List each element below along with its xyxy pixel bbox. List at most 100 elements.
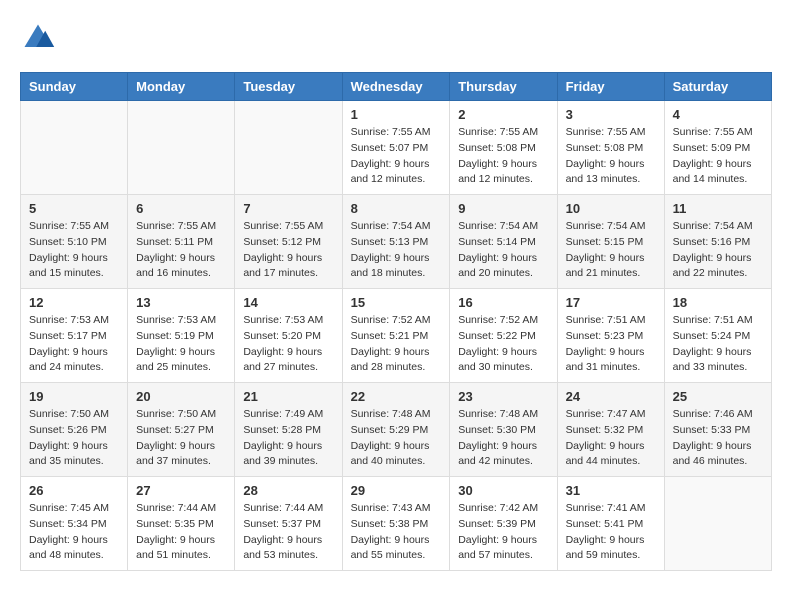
weekday-header-sunday: Sunday [21, 73, 128, 101]
day-info: Sunrise: 7:44 AMSunset: 5:35 PMDaylight:… [136, 501, 226, 564]
day-info: Sunrise: 7:48 AMSunset: 5:30 PMDaylight:… [458, 407, 548, 470]
calendar-cell: 27 Sunrise: 7:44 AMSunset: 5:35 PMDayligh… [128, 477, 235, 571]
day-number: 20 [136, 389, 226, 404]
weekday-header-tuesday: Tuesday [235, 73, 342, 101]
calendar-cell: 7 Sunrise: 7:55 AMSunset: 5:12 PMDaylight… [235, 195, 342, 289]
day-info: Sunrise: 7:54 AMSunset: 5:13 PMDaylight:… [351, 219, 442, 282]
calendar-cell: 11Sunrise: 7:54 AMSunset: 5:16 PMDayligh… [664, 195, 771, 289]
day-number: 15 [351, 295, 442, 310]
logo-icon [20, 20, 56, 56]
calendar-cell [235, 101, 342, 195]
logo [20, 20, 62, 56]
calendar-cell [664, 477, 771, 571]
calendar-cell: 26Sunrise: 7:45 AMSunset: 5:34 PMDayligh… [21, 477, 128, 571]
calendar-week-row: 12 Sunrise: 7:53 AMSunset: 5:17 PMDayligh… [21, 289, 772, 383]
calendar-cell: 6 Sunrise: 7:55 AMSunset: 5:11 PMDaylight… [128, 195, 235, 289]
calendar-cell: 20 Sunrise: 7:50 AMSunset: 5:27 PMDayligh… [128, 383, 235, 477]
day-info: Sunrise: 7:45 AMSunset: 5:34 PMDaylight:… [29, 501, 119, 564]
day-info: Sunrise: 7:44 AMSunset: 5:37 PMDaylight:… [243, 501, 333, 564]
day-number: 31 [566, 483, 656, 498]
calendar-cell: 14 Sunrise: 7:53 AMSunset: 5:20 PMDayligh… [235, 289, 342, 383]
calendar-cell: 4 Sunrise: 7:55 AMSunset: 5:09 PMDaylight… [664, 101, 771, 195]
calendar-cell: 2 Sunrise: 7:55 AMSunset: 5:08 PMDaylight… [450, 101, 557, 195]
day-number: 29 [351, 483, 442, 498]
day-info: Sunrise: 7:54 AMSunset: 5:14 PMDaylight:… [458, 219, 548, 282]
calendar-cell: 12 Sunrise: 7:53 AMSunset: 5:17 PMDayligh… [21, 289, 128, 383]
day-info: Sunrise: 7:55 AMSunset: 5:11 PMDaylight:… [136, 219, 226, 282]
weekday-header-thursday: Thursday [450, 73, 557, 101]
calendar-cell [128, 101, 235, 195]
calendar-cell: 31 Sunrise: 7:41 AMSunset: 5:41 PMDayligh… [557, 477, 664, 571]
day-number: 9 [458, 201, 548, 216]
day-info: Sunrise: 7:50 AMSunset: 5:27 PMDaylight:… [136, 407, 226, 470]
day-number: 4 [673, 107, 763, 122]
calendar-week-row: 1Sunrise: 7:55 AMSunset: 5:07 PMDaylight… [21, 101, 772, 195]
day-number: 1 [351, 107, 442, 122]
calendar-cell: 16Sunrise: 7:52 AMSunset: 5:22 PMDayligh… [450, 289, 557, 383]
calendar-week-row: 5 Sunrise: 7:55 AMSunset: 5:10 PMDaylight… [21, 195, 772, 289]
day-number: 27 [136, 483, 226, 498]
calendar-table: SundayMondayTuesdayWednesdayThursdayFrid… [20, 72, 772, 571]
day-number: 28 [243, 483, 333, 498]
day-number: 3 [566, 107, 656, 122]
day-number: 30 [458, 483, 548, 498]
day-info: Sunrise: 7:42 AMSunset: 5:39 PMDaylight:… [458, 501, 548, 564]
calendar-cell: 9 Sunrise: 7:54 AMSunset: 5:14 PMDaylight… [450, 195, 557, 289]
day-info: Sunrise: 7:53 AMSunset: 5:17 PMDaylight:… [29, 313, 119, 376]
page-header [20, 20, 772, 56]
calendar-cell: 23 Sunrise: 7:48 AMSunset: 5:30 PMDayligh… [450, 383, 557, 477]
day-info: Sunrise: 7:51 AMSunset: 5:23 PMDaylight:… [566, 313, 656, 376]
day-info: Sunrise: 7:48 AMSunset: 5:29 PMDaylight:… [351, 407, 442, 470]
calendar-cell: 13 Sunrise: 7:53 AMSunset: 5:19 PMDayligh… [128, 289, 235, 383]
day-number: 14 [243, 295, 333, 310]
day-info: Sunrise: 7:55 AMSunset: 5:12 PMDaylight:… [243, 219, 333, 282]
day-number: 23 [458, 389, 548, 404]
day-info: Sunrise: 7:46 AMSunset: 5:33 PMDaylight:… [673, 407, 763, 470]
day-number: 21 [243, 389, 333, 404]
calendar-cell: 3 Sunrise: 7:55 AMSunset: 5:08 PMDaylight… [557, 101, 664, 195]
day-number: 18 [673, 295, 763, 310]
day-info: Sunrise: 7:53 AMSunset: 5:19 PMDaylight:… [136, 313, 226, 376]
day-info: Sunrise: 7:55 AMSunset: 5:08 PMDaylight:… [566, 125, 656, 188]
calendar-cell: 29Sunrise: 7:43 AMSunset: 5:38 PMDayligh… [342, 477, 450, 571]
calendar-cell: 17 Sunrise: 7:51 AMSunset: 5:23 PMDayligh… [557, 289, 664, 383]
calendar-cell: 28 Sunrise: 7:44 AMSunset: 5:37 PMDayligh… [235, 477, 342, 571]
calendar-cell: 8 Sunrise: 7:54 AMSunset: 5:13 PMDaylight… [342, 195, 450, 289]
weekday-header-monday: Monday [128, 73, 235, 101]
calendar-cell: 25 Sunrise: 7:46 AMSunset: 5:33 PMDayligh… [664, 383, 771, 477]
day-number: 22 [351, 389, 442, 404]
day-number: 19 [29, 389, 119, 404]
calendar-week-row: 26Sunrise: 7:45 AMSunset: 5:34 PMDayligh… [21, 477, 772, 571]
calendar-cell: 24 Sunrise: 7:47 AMSunset: 5:32 PMDayligh… [557, 383, 664, 477]
calendar-cell: 22 Sunrise: 7:48 AMSunset: 5:29 PMDayligh… [342, 383, 450, 477]
weekday-header-friday: Friday [557, 73, 664, 101]
day-number: 6 [136, 201, 226, 216]
day-number: 5 [29, 201, 119, 216]
day-info: Sunrise: 7:53 AMSunset: 5:20 PMDaylight:… [243, 313, 333, 376]
calendar-cell: 19Sunrise: 7:50 AMSunset: 5:26 PMDayligh… [21, 383, 128, 477]
day-info: Sunrise: 7:55 AMSunset: 5:09 PMDaylight:… [673, 125, 763, 188]
day-number: 2 [458, 107, 548, 122]
day-info: Sunrise: 7:47 AMSunset: 5:32 PMDaylight:… [566, 407, 656, 470]
day-number: 12 [29, 295, 119, 310]
calendar-cell: 30 Sunrise: 7:42 AMSunset: 5:39 PMDayligh… [450, 477, 557, 571]
day-number: 17 [566, 295, 656, 310]
day-number: 25 [673, 389, 763, 404]
calendar-cell: 5 Sunrise: 7:55 AMSunset: 5:10 PMDaylight… [21, 195, 128, 289]
calendar-cell: 18Sunrise: 7:51 AMSunset: 5:24 PMDayligh… [664, 289, 771, 383]
day-number: 7 [243, 201, 333, 216]
calendar-cell: 21 Sunrise: 7:49 AMSunset: 5:28 PMDayligh… [235, 383, 342, 477]
day-number: 10 [566, 201, 656, 216]
calendar-cell: 1Sunrise: 7:55 AMSunset: 5:07 PMDaylight… [342, 101, 450, 195]
day-info: Sunrise: 7:49 AMSunset: 5:28 PMDaylight:… [243, 407, 333, 470]
day-info: Sunrise: 7:54 AMSunset: 5:15 PMDaylight:… [566, 219, 656, 282]
day-info: Sunrise: 7:55 AMSunset: 5:08 PMDaylight:… [458, 125, 548, 188]
day-info: Sunrise: 7:52 AMSunset: 5:21 PMDaylight:… [351, 313, 442, 376]
day-number: 13 [136, 295, 226, 310]
day-number: 8 [351, 201, 442, 216]
calendar-cell: 15 Sunrise: 7:52 AMSunset: 5:21 PMDayligh… [342, 289, 450, 383]
day-number: 24 [566, 389, 656, 404]
day-info: Sunrise: 7:54 AMSunset: 5:16 PMDaylight:… [673, 219, 763, 282]
day-info: Sunrise: 7:55 AMSunset: 5:10 PMDaylight:… [29, 219, 119, 282]
day-info: Sunrise: 7:41 AMSunset: 5:41 PMDaylight:… [566, 501, 656, 564]
